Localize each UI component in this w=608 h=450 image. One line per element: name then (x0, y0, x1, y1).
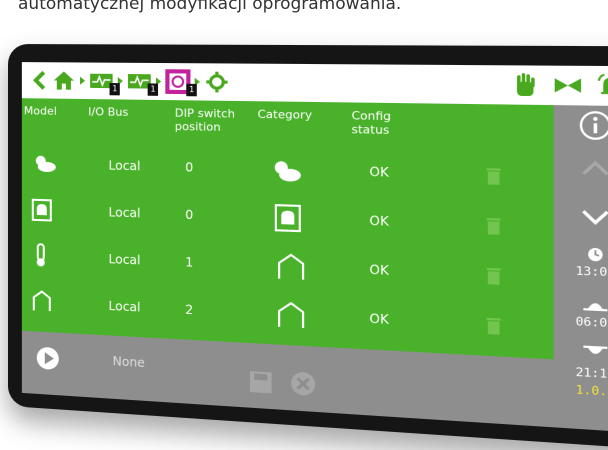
badge: 1 (186, 84, 197, 97)
chevron-down-icon[interactable] (554, 206, 608, 232)
dip-switch-line2: position (175, 120, 221, 134)
selected-device-icon[interactable]: 1 (165, 69, 190, 94)
footer-selected-value: None (113, 354, 145, 370)
row-config-status: OK (369, 262, 388, 278)
alarm-bell-icon (32, 199, 52, 225)
chevron-up-icon[interactable] (554, 158, 608, 183)
row-config-status: OK (369, 164, 388, 179)
weather-sun-cloud-icon (32, 153, 58, 181)
right-sidebar: 13:03 06:01 21:17 1.0.1 (554, 105, 608, 433)
row-dip-position: 0 (185, 160, 193, 175)
row-io-bus: Local (109, 205, 141, 220)
device-screen: 1 1 1 (22, 62, 608, 433)
house-icon (277, 252, 305, 284)
badge: 1 (110, 83, 120, 95)
hand-icon[interactable] (511, 72, 539, 98)
house-icon (277, 300, 305, 332)
play-icon[interactable] (36, 346, 60, 376)
row-dip-position: 1 (185, 255, 193, 270)
alarm-bell-icon (275, 204, 301, 235)
row-io-bus: Local (109, 299, 141, 315)
trash-icon[interactable] (486, 265, 502, 288)
config-status-line1: Config (352, 109, 391, 123)
breadcrumb: 1 1 1 (28, 68, 230, 94)
cancel-icon[interactable] (290, 370, 316, 401)
breadcrumb-separator (80, 77, 85, 85)
back-arrow-icon[interactable] (28, 68, 52, 92)
firmware-version: 1.0.1 (554, 381, 608, 400)
info-icon[interactable] (554, 109, 608, 145)
column-header-category: Category (258, 108, 313, 122)
trash-icon[interactable] (486, 165, 502, 188)
trash-icon[interactable] (486, 215, 502, 238)
bus-module-icon[interactable]: 1 (127, 69, 152, 94)
column-header-dip-switch: DIP switchposition (175, 106, 235, 134)
row-config-status: OK (369, 311, 388, 327)
column-header-config-status: Configstatus (352, 109, 391, 137)
sunrise-time: 06:01 (554, 313, 608, 331)
column-header-model: Model (24, 104, 57, 118)
house-icon (32, 289, 52, 315)
top-right-actions: 1 (449, 65, 608, 106)
home-icon[interactable] (52, 68, 76, 92)
clock-time: 13:03 (554, 263, 608, 281)
alarm-bell-icon[interactable]: 1 (597, 73, 608, 100)
row-dip-position: 2 (185, 302, 193, 317)
column-header-io-bus: I/O Bus (88, 105, 128, 119)
weather-sun-cloud-icon (270, 158, 303, 189)
thermometer-icon (34, 243, 48, 271)
dip-switch-line1: DIP switch (175, 106, 235, 120)
row-dip-position: 0 (185, 208, 193, 223)
badge: 1 (148, 83, 158, 95)
device-frame: 1 1 1 (8, 44, 608, 450)
row-io-bus: Local (109, 158, 141, 173)
caption-text: automatycznej modyfikacji oprogramowania… (18, 0, 401, 14)
config-status-line2: status (352, 123, 390, 137)
trash-icon[interactable] (486, 315, 502, 339)
row-config-status: OK (369, 213, 388, 229)
row-io-bus: Local (109, 252, 141, 268)
device-table: Local 0 OK Local 0 OK (22, 142, 554, 359)
save-icon[interactable] (249, 370, 273, 399)
bus-module-icon[interactable]: 1 (89, 69, 113, 94)
sunset-time: 21:17 (554, 364, 608, 383)
gear-icon[interactable] (204, 70, 229, 95)
valve-icon[interactable] (554, 72, 583, 99)
